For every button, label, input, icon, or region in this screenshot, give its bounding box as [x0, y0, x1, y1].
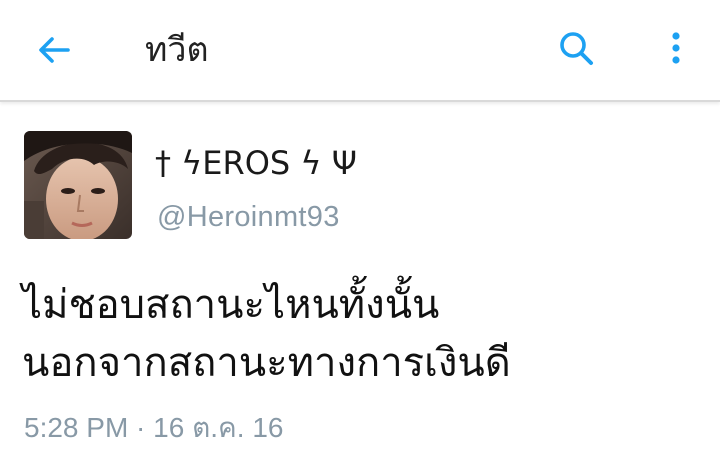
back-button[interactable] [30, 26, 78, 74]
author-handle[interactable]: @Heroinmt93 [157, 198, 340, 236]
more-vertical-icon [672, 32, 680, 64]
avatar[interactable] [24, 131, 132, 239]
search-button[interactable] [552, 24, 600, 72]
tweet-text-line: นอกจากสถานะทางการเงินดี [22, 340, 511, 386]
tweet-timestamp: 5:28 PM · 16 ต.ค. 16 [24, 412, 284, 443]
tweet-text-line: ไม่ชอบสถานะไหนทั้งนั้น [22, 282, 440, 328]
arrow-left-icon [39, 37, 70, 63]
page-title: ทวีต [145, 30, 209, 70]
author-display-name[interactable]: † ϟEROS ϟ Ψ [155, 143, 357, 183]
search-icon [560, 32, 593, 65]
overflow-menu-button[interactable] [652, 24, 700, 72]
top-app-bar: ทวีต [0, 0, 720, 102]
avatar-photo [24, 131, 132, 239]
tweet-text: ไม่ชอบสถานะไหนทั้งนั้น นอกจากสถานะทางการ… [22, 276, 702, 392]
